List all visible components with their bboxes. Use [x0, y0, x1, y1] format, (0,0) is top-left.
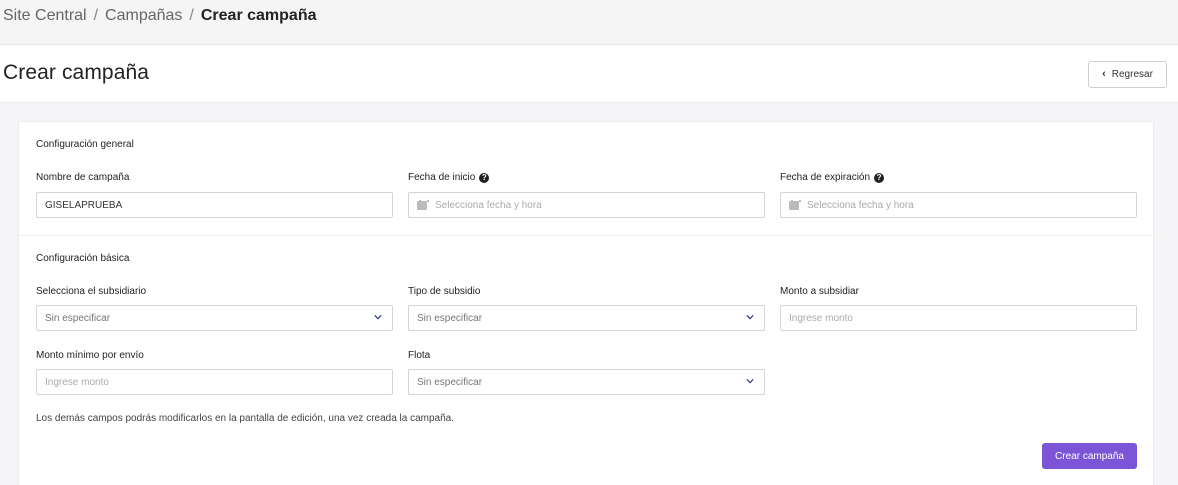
campaign-name-input[interactable]: GISELAPRUEBA [36, 192, 393, 218]
campaign-name-value: GISELAPRUEBA [45, 199, 123, 211]
back-button-label: Regresar [1111, 69, 1153, 80]
end-date-placeholder: Selecciona fecha y hora [807, 199, 914, 211]
start-date-picker[interactable]: Selecciona fecha y hora [408, 192, 765, 218]
breadcrumb-current: Crear campaña [200, 7, 317, 24]
subsidy-amount-input[interactable]: Ingrese monto [780, 305, 1137, 331]
campaign-name-label: Nombre de campaña [36, 172, 130, 183]
breadcrumb: Site Central / Campañas / Crear campaña [3, 7, 317, 25]
create-campaign-button[interactable]: Crear campaña [1042, 443, 1137, 469]
back-button[interactable]: ‹ Regresar [1088, 61, 1167, 88]
subsidy-amount-placeholder: Ingrese monto [789, 312, 853, 324]
calendar-icon [789, 200, 801, 210]
subsidy-type-value: Sin especificar [417, 312, 483, 324]
fleet-value: Sin especificar [417, 376, 483, 388]
end-date-picker[interactable]: Selecciona fecha y hora [780, 192, 1137, 218]
form-note: Los demás campos podrás modificarlos en … [36, 413, 455, 424]
subsidiary-value: Sin especificar [45, 312, 111, 324]
question-circle-icon[interactable]: ? [479, 172, 490, 183]
chevron-left-icon: ‹ [1102, 67, 1106, 80]
breadcrumb-separator: / [93, 7, 99, 24]
min-amount-placeholder: Ingrese monto [45, 376, 109, 388]
breadcrumb-campaigns[interactable]: Campañas [105, 7, 182, 24]
fleet-select[interactable]: Sin especificar [408, 369, 765, 395]
page-header: Crear campaña ‹ Regresar [0, 45, 1178, 103]
start-date-label: Fecha de inicio ? [408, 172, 490, 183]
page-title: Crear campaña [3, 61, 150, 84]
campaign-form-card: Configuración general Nombre de campaña … [18, 121, 1155, 485]
subsidy-amount-label: Monto a subsidiar [780, 286, 859, 297]
calendar-icon [417, 200, 429, 210]
chevron-down-icon [746, 378, 754, 384]
section-title-general: Configuración general [36, 139, 134, 150]
section-divider [19, 235, 1155, 236]
section-title-basic: Configuración básica [36, 253, 130, 264]
subsidiary-label: Selecciona el subsidiario [36, 286, 147, 297]
top-bar: Site Central / Campañas / Crear campaña [0, 0, 1178, 45]
question-circle-icon[interactable]: ? [874, 172, 885, 183]
subsidy-type-label: Tipo de subsidio [408, 286, 481, 297]
subsidiary-select[interactable]: Sin especificar [36, 305, 393, 331]
chevron-down-icon [746, 314, 754, 320]
fleet-label: Flota [408, 350, 431, 361]
min-amount-input[interactable]: Ingrese monto [36, 369, 393, 395]
breadcrumb-separator: / [189, 7, 194, 24]
min-amount-label: Monto mínimo por envío [36, 350, 144, 361]
chevron-down-icon [374, 314, 382, 320]
subsidy-type-select[interactable]: Sin especificar [408, 305, 765, 331]
breadcrumb-site-central[interactable]: Site Central [3, 7, 87, 24]
end-date-label: Fecha de expiración ? [780, 172, 885, 183]
start-date-placeholder: Selecciona fecha y hora [435, 199, 542, 211]
